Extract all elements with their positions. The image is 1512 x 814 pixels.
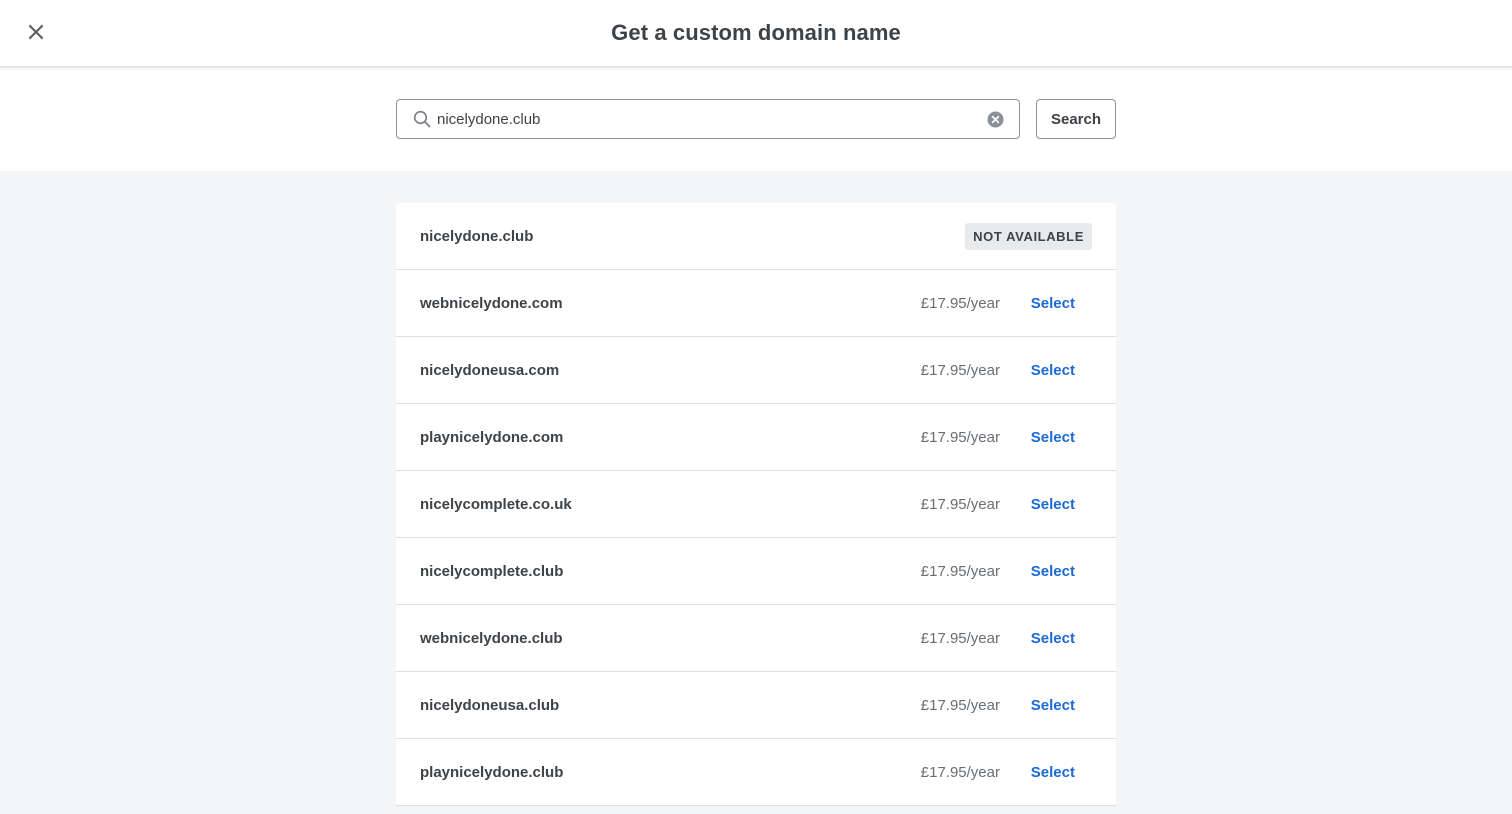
domain-name: webnicelydone.com [420,294,563,312]
domain-price: £17.95/year [920,495,1000,513]
domain-name: nicelydone.club [420,227,534,245]
domain-price: £17.95/year [920,629,1000,647]
domain-name: playnicelydone.com [420,428,564,446]
search-input[interactable] [437,100,977,138]
list-item: nicelycomplete.co.uk £17.95/year Select [396,471,1116,538]
select-button[interactable]: Select [1031,764,1075,781]
domain-name: playnicelydone.club [420,763,564,781]
list-item: playnicelydone.com £17.95/year Select [396,404,1116,471]
status-badge: NOT AVAILABLE [965,222,1092,250]
list-item-unavailable: nicelydone.club NOT AVAILABLE [396,203,1116,270]
domain-price: £17.95/year [920,763,1000,781]
list-item: nicelydoneusa.com £17.95/year Select [396,337,1116,404]
search-button[interactable]: Search [1036,99,1116,139]
select-button[interactable]: Select [1031,563,1075,580]
domain-name: nicelycomplete.club [420,562,564,580]
select-button[interactable]: Select [1031,362,1075,379]
list-item: nicelydoneusa.club £17.95/year Select [396,672,1116,739]
domain-price: £17.95/year [920,428,1000,446]
domain-price: £17.95/year [920,562,1000,580]
domain-name: nicelydoneusa.com [420,361,560,379]
list-item: webnicelydone.club £17.95/year Select [396,605,1116,672]
select-button[interactable]: Select [1031,429,1075,446]
close-button[interactable] [22,18,50,46]
domain-name: nicelycomplete.co.uk [420,495,572,513]
list-item: playnicelydone.club £17.95/year Select [396,739,1116,806]
search-icon [413,110,431,128]
search-box[interactable] [396,99,1020,139]
domain-price: £17.95/year [920,294,1000,312]
clear-icon[interactable] [987,111,1004,128]
select-button[interactable]: Select [1031,496,1075,513]
search-section: Search [0,67,1512,171]
domain-name: webnicelydone.club [420,629,563,647]
page-title: Get a custom domain name [611,20,901,45]
list-item: webnicelydone.com £17.95/year Select [396,270,1116,337]
domain-results-list: nicelydone.club NOT AVAILABLE webnicelyd… [396,203,1116,806]
select-button[interactable]: Select [1031,630,1075,647]
domain-price: £17.95/year [920,696,1000,714]
domain-price: £17.95/year [920,361,1000,379]
list-item: nicelycomplete.club £17.95/year Select [396,538,1116,605]
select-button[interactable]: Select [1031,295,1075,312]
domain-name: nicelydoneusa.club [420,696,560,714]
modal-header: Get a custom domain name [0,0,1512,67]
select-button[interactable]: Select [1031,697,1075,714]
close-icon [28,24,44,40]
